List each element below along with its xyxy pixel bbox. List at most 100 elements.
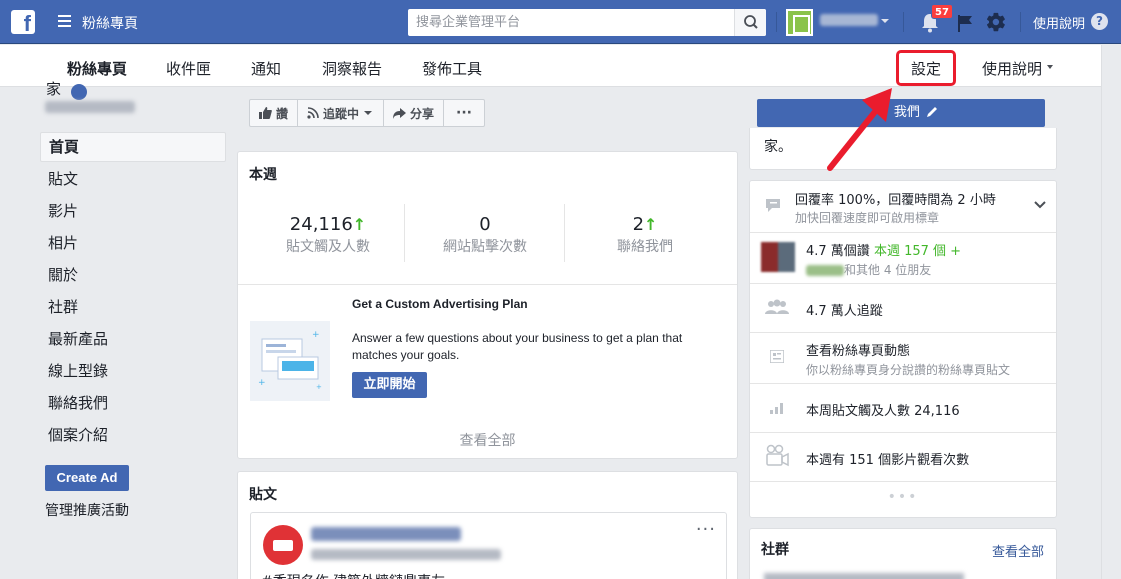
promo-title: Get a Custom Advertising Plan — [352, 297, 528, 311]
create-ad-button[interactable]: Create Ad — [45, 465, 129, 491]
gear-icon[interactable] — [985, 11, 1007, 33]
hamburger-menu-icon[interactable] — [58, 15, 71, 27]
share-arrow-icon — [393, 107, 407, 119]
sidebar-item-home[interactable]: 首頁 — [40, 132, 226, 162]
like-button[interactable]: 讚 — [249, 99, 299, 127]
stat-website-clicks-value: 0 — [479, 214, 491, 235]
sidebar-item-videos[interactable]: 影片 — [40, 196, 226, 228]
profile-name-blurred[interactable] — [820, 14, 878, 26]
weekly-reach-row[interactable]: 本周貼文觸及人數 24,116 — [750, 384, 1056, 432]
svg-text:+: + — [258, 378, 266, 388]
post-text: #香現名作 建築外牆鏈鼎事友 — [261, 571, 445, 579]
chevron-down-icon[interactable] — [1047, 65, 1053, 69]
likes-friends: 和其他 4 位朋友 — [806, 261, 931, 278]
stat-post-reach-label: 貼文觸及人數 — [286, 239, 370, 255]
response-rate-row[interactable]: 回覆率 100%，回覆時間為 2 小時 加快回覆速度即可啟用標章 — [750, 181, 1056, 232]
more-dots-icon[interactable]: ••• — [750, 489, 1056, 505]
notification-badge: 57 — [931, 4, 953, 19]
this-week-card: 本週 24,116↑ 貼文觸及人數 0 網站點擊次數 2↑ 聯絡我們 + + +… — [237, 151, 738, 459]
friend-name-blurred[interactable] — [806, 265, 844, 276]
help-icon[interactable]: ? — [1091, 13, 1108, 30]
trend-up-icon: ↑ — [352, 215, 367, 234]
feed-icon — [770, 350, 784, 363]
post-meta-blurred — [311, 549, 501, 560]
page-username-blurred[interactable] — [45, 101, 135, 113]
stat-contact-us-value: 2 — [632, 214, 645, 235]
sidebar-item-about[interactable]: 關於 — [40, 260, 226, 292]
stat-contact-us-label: 聯絡我們 — [617, 239, 673, 255]
page-name[interactable]: 家 — [46, 78, 61, 99]
page-activity-sub: 你以粉絲專頁身分說讚的粉絲專頁貼文 — [806, 363, 1011, 377]
sidebar-item-new-products[interactable]: 最新產品 — [40, 324, 226, 356]
search-input[interactable] — [408, 9, 728, 36]
following-label: 追蹤中 — [323, 106, 360, 121]
share-button[interactable]: 分享 — [383, 99, 445, 127]
followers-text: 4.7 萬人追蹤 — [806, 304, 883, 319]
chevron-down-icon[interactable] — [1034, 200, 1046, 210]
likes-text: 4.7 萬個讚 本週 157 個 + — [806, 240, 961, 259]
tab-inbox[interactable]: 收件匣 — [166, 58, 211, 79]
profile-avatar[interactable] — [786, 9, 813, 36]
page-title[interactable]: 粉絲專頁 — [82, 13, 138, 33]
likes-row[interactable]: 4.7 萬個讚 本週 157 個 + 和其他 4 位朋友 — [750, 233, 1056, 283]
top-navigation-bar: f 粉絲專頁 57 使用說明 ? — [0, 0, 1121, 44]
svg-text:+: + — [316, 383, 322, 391]
stat-website-clicks-label: 網站點擊次數 — [443, 239, 527, 255]
sidebar-item-community[interactable]: 社群 — [40, 292, 226, 324]
search-icon — [744, 15, 758, 29]
tab-insights[interactable]: 洞察報告 — [322, 58, 382, 79]
sidebar-item-contact[interactable]: 聯絡我們 — [40, 388, 226, 420]
facebook-logo[interactable]: f — [11, 10, 35, 34]
stat-contact-us[interactable]: 2↑ 聯絡我們 — [565, 214, 725, 256]
about-card: 家。 — [749, 128, 1057, 170]
flag-icon[interactable] — [955, 13, 975, 33]
search-button[interactable] — [734, 9, 766, 36]
likes-total: 4.7 萬個讚 — [806, 244, 870, 259]
get-started-button[interactable]: 立即開始 — [352, 372, 427, 398]
community-see-all-link[interactable]: 查看全部 — [992, 541, 1044, 560]
thumbs-up-icon — [259, 107, 272, 119]
page-activity-title: 查看粉絲專頁動態 — [806, 344, 911, 359]
tab-help[interactable]: 使用說明 — [982, 58, 1042, 79]
following-button[interactable]: 追蹤中 — [297, 99, 385, 127]
chevron-down-icon[interactable] — [881, 19, 889, 23]
video-camera-icon — [766, 444, 789, 467]
tab-publishing-tools[interactable]: 發佈工具 — [422, 58, 482, 79]
page-action-bar: 讚 追蹤中 分享 ··· — [249, 99, 486, 127]
help-link[interactable]: 使用說明 — [1033, 13, 1085, 32]
edit-contact-button[interactable]: 我們 — [757, 99, 1045, 127]
sidebar-item-photos[interactable]: 相片 — [40, 228, 226, 260]
chat-bubble-icon — [766, 199, 780, 212]
posts-card: 貼文 ··· #香現名作 建築外牆鏈鼎事友 — [237, 471, 738, 579]
stat-website-clicks[interactable]: 0 網站點擊次數 — [405, 214, 565, 256]
likes-this-week: 本週 157 個 + — [873, 244, 962, 259]
see-all-link[interactable]: 查看全部 — [238, 430, 737, 450]
stat-post-reach[interactable]: 24,116↑ 貼文觸及人數 — [248, 214, 408, 256]
divider — [238, 284, 737, 285]
friend-avatars-blurred[interactable] — [761, 242, 795, 272]
annotation-arrow-icon — [827, 88, 892, 171]
manage-promotions-link[interactable]: 管理推廣活動 — [45, 500, 129, 520]
tab-page[interactable]: 粉絲專頁 — [67, 58, 127, 79]
post-author-name-blurred[interactable] — [311, 527, 461, 541]
post-item[interactable]: ··· #香現名作 建築外牆鏈鼎事友 — [250, 512, 727, 579]
post-more-options[interactable]: ··· — [696, 519, 716, 540]
about-text: 家。 — [764, 139, 792, 155]
page-activity-row[interactable]: 查看粉絲專頁動態 你以粉絲專頁身分說讚的粉絲專頁貼文 — [750, 333, 1056, 383]
chevron-down-icon — [364, 111, 373, 115]
sidebar-item-case-studies[interactable]: 個案介紹 — [40, 420, 226, 452]
weekly-reach-text: 本周貼文觸及人數 24,116 — [806, 404, 960, 419]
tab-notifications[interactable]: 通知 — [251, 58, 281, 79]
separator — [903, 12, 904, 32]
more-options-button[interactable]: ··· — [443, 99, 486, 127]
followers-row[interactable]: 4.7 萬人追蹤 — [750, 284, 1056, 332]
promo-body: Answer a few questions about your busine… — [352, 331, 683, 362]
sidebar-item-posts[interactable]: 貼文 — [40, 164, 226, 196]
stat-post-reach-value: 24,116 — [289, 214, 353, 235]
post-author-avatar[interactable] — [263, 525, 303, 565]
divider — [750, 481, 1056, 482]
video-views-row[interactable]: 本週有 151 個影片觀看次數 — [750, 433, 1056, 481]
people-icon — [765, 299, 789, 314]
community-blurred-text — [764, 573, 964, 579]
sidebar-item-catalog[interactable]: 線上型錄 — [40, 356, 226, 388]
